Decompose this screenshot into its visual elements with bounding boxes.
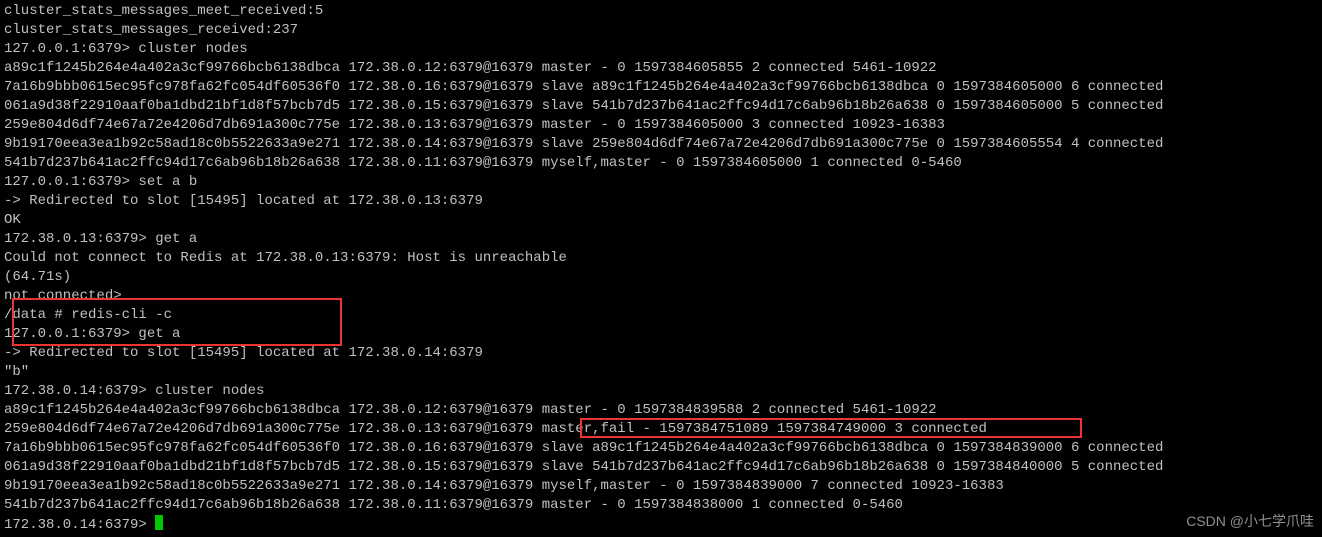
output-line: 9b19170eea3ea1b92c58ad18c0b5522633a9e271… [4, 477, 1318, 496]
output-line: 9b19170eea3ea1b92c58ad18c0b5522633a9e271… [4, 135, 1318, 154]
output-line: 061a9d38f22910aaf0ba1dbd21bf1d8f57bcb7d5… [4, 458, 1318, 477]
output-line: Could not connect to Redis at 172.38.0.1… [4, 249, 1318, 268]
output-line: 061a9d38f22910aaf0ba1dbd21bf1d8f57bcb7d5… [4, 97, 1318, 116]
output-line: 541b7d237b641ac2ffc94d17c6ab96b18b26a638… [4, 154, 1318, 173]
output-line: cluster_stats_messages_received:237 [4, 21, 1318, 40]
terminal-viewport[interactable]: cluster_stats_messages_meet_received:5 c… [0, 0, 1322, 537]
prompt-line: not connected> [4, 287, 1318, 306]
output-line: "b" [4, 363, 1318, 382]
output-line: 541b7d237b641ac2ffc94d17c6ab96b18b26a638… [4, 496, 1318, 515]
output-line: -> Redirected to slot [15495] located at… [4, 344, 1318, 363]
output-line: a89c1f1245b264e4a402a3cf99766bcb6138dbca… [4, 59, 1318, 78]
prompt-line: 172.38.0.13:6379> get a [4, 230, 1318, 249]
output-line: -> Redirected to slot [15495] located at… [4, 192, 1318, 211]
output-line: OK [4, 211, 1318, 230]
prompt-line: 127.0.0.1:6379> get a [4, 325, 1318, 344]
prompt-line: 127.0.0.1:6379> set a b [4, 173, 1318, 192]
output-line: cluster_stats_messages_meet_received:5 [4, 2, 1318, 21]
shell-line: /data # redis-cli -c [4, 306, 1318, 325]
prompt-line: 172.38.0.14:6379> cluster nodes [4, 382, 1318, 401]
output-line: (64.71s) [4, 268, 1318, 287]
output-line: 7a16b9bbb0615ec95fc978fa62fc054df60536f0… [4, 78, 1318, 97]
output-line: 259e804d6df74e67a72e4206d7db691a300c775e… [4, 420, 1318, 439]
output-line: 259e804d6df74e67a72e4206d7db691a300c775e… [4, 116, 1318, 135]
prompt-line[interactable]: 172.38.0.14:6379> [4, 515, 1318, 535]
prompt-text: 172.38.0.14:6379> [4, 517, 155, 533]
prompt-line: 127.0.0.1:6379> cluster nodes [4, 40, 1318, 59]
output-line: 7a16b9bbb0615ec95fc978fa62fc054df60536f0… [4, 439, 1318, 458]
output-line: a89c1f1245b264e4a402a3cf99766bcb6138dbca… [4, 401, 1318, 420]
